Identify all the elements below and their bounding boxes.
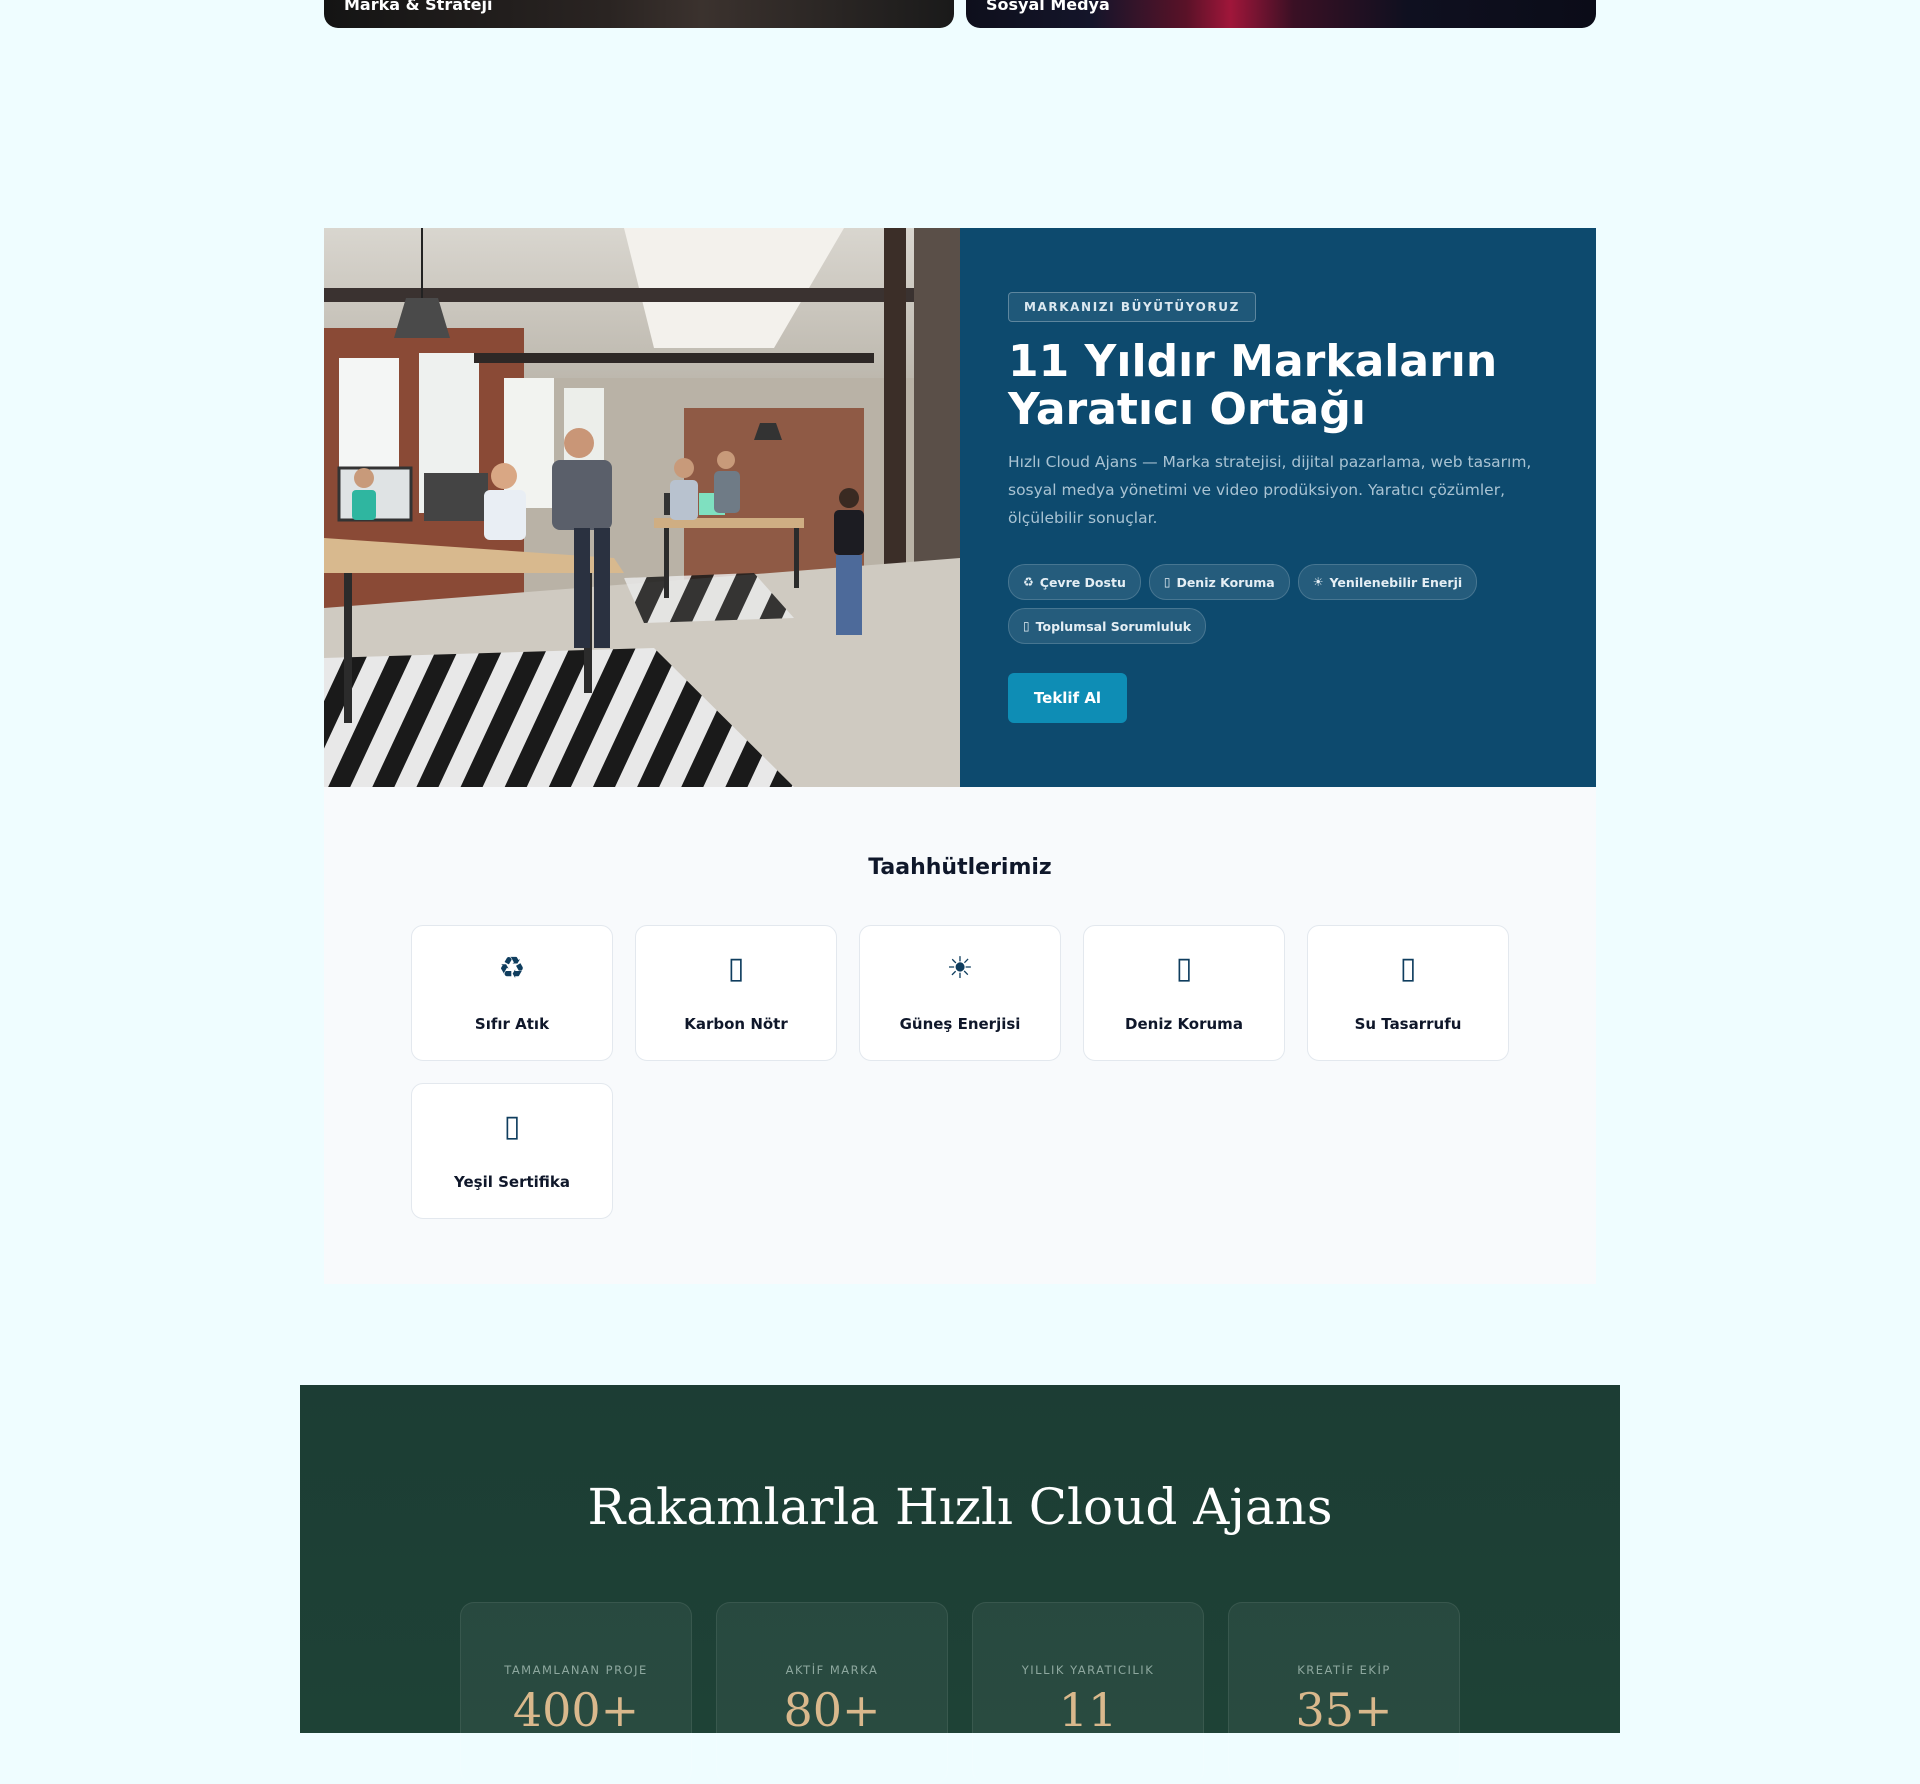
commitment-label: Karbon Nötr (684, 1015, 788, 1033)
stat-value: 400+ (512, 1683, 640, 1737)
commitment-label: Yeşil Sertifika (454, 1173, 570, 1191)
tag-label: Çevre Dostu (1039, 574, 1126, 590)
commitment-card: ▯ Yeşil Sertifika (411, 1083, 613, 1219)
commitment-label: Sıfır Atık (474, 1015, 550, 1033)
wave-icon: ▯ (1163, 575, 1171, 589)
stat-value: 80+ (783, 1683, 881, 1737)
stat-value: 35+ (1295, 1683, 1393, 1737)
stat-label: YILLIK YARATICILIK (1021, 1663, 1155, 1677)
tag-yenilenebilir-enerji[interactable]: ☀ Yenilenebilir Enerji (1297, 564, 1478, 600)
recycle-icon: ♻ (498, 951, 526, 986)
stat-card: YILLIK YARATICILIK 11 (972, 1602, 1204, 1784)
hero-description: Hızlı Cloud Ajans — Marka stratejisi, di… (1008, 453, 1532, 527)
commitment-card: ▯ Deniz Koruma (1083, 925, 1285, 1061)
stat-label: AKTİF MARKA (785, 1663, 879, 1677)
stat-card: KREATİF EKİP 35+ (1228, 1602, 1460, 1784)
recycle-icon: ♻ (1023, 575, 1034, 589)
stats-title: Rakamlarla Hızlı Cloud Ajans (587, 1478, 1333, 1536)
tag-label: Yenilenebilir Enerji (1329, 574, 1463, 590)
hero-eyebrow-badge: MARKANIZI BÜYÜTÜYORUZ (1008, 292, 1256, 322)
tag-label: Deniz Koruma (1176, 574, 1275, 590)
stat-label: KREATİF EKİP (1297, 1663, 1391, 1677)
leaf-icon: ▯ (727, 951, 745, 986)
sun-icon: ☀ (1312, 575, 1324, 589)
service-card-label: Marka & Strateji (344, 0, 493, 14)
handshake-icon: ▯ (1023, 619, 1030, 633)
service-card-label: Sosyal Medya (986, 0, 1110, 14)
commitment-card: ♻ Sıfır Atık (411, 925, 613, 1061)
wave-icon: ▯ (1175, 951, 1193, 986)
hero-title: 11 Yıldır Markaların Yaratıcı Ortağı (1008, 336, 1498, 435)
hero-tags: ♻ Çevre Dostu ▯ Deniz Koruma ☀ Yenileneb… (1008, 564, 1528, 644)
service-card-social-media[interactable]: Sosyal Medya (966, 0, 1596, 28)
commitment-card: ▯ Su Tasarrufu (1307, 925, 1509, 1061)
tag-cevre-dostu[interactable]: ♻ Çevre Dostu (1008, 564, 1141, 600)
sun-icon: ☀ (946, 951, 974, 986)
commitment-label: Deniz Koruma (1125, 1015, 1243, 1033)
tag-deniz-koruma[interactable]: ▯ Deniz Koruma (1148, 564, 1290, 600)
tag-label: Toplumsal Sorumluluk (1035, 618, 1192, 634)
droplet-icon: ▯ (1399, 951, 1417, 986)
stat-label: TAMAMLANAN PROJE (504, 1663, 648, 1677)
commitment-label: Su Tasarrufu (1354, 1015, 1462, 1033)
stat-card: AKTİF MARKA 80+ (716, 1602, 948, 1784)
tag-toplumsal-sorumluluk[interactable]: ▯ Toplumsal Sorumluluk (1008, 608, 1207, 644)
get-quote-button[interactable]: Teklif Al (1008, 673, 1127, 723)
stat-value: 11 (1058, 1683, 1118, 1737)
commitment-card: ☀ Güneş Enerjisi (859, 925, 1061, 1061)
service-card-brand-strategy[interactable]: Marka & Strateji (324, 0, 954, 28)
commitment-card: ▯ Karbon Nötr (635, 925, 837, 1061)
commitment-label: Güneş Enerjisi (899, 1015, 1021, 1033)
certificate-icon: ▯ (503, 1109, 521, 1144)
commitments-title: Taahhütlerimiz (868, 855, 1052, 880)
office-photo (324, 228, 960, 787)
stat-card: TAMAMLANAN PROJE 400+ (460, 1602, 692, 1784)
